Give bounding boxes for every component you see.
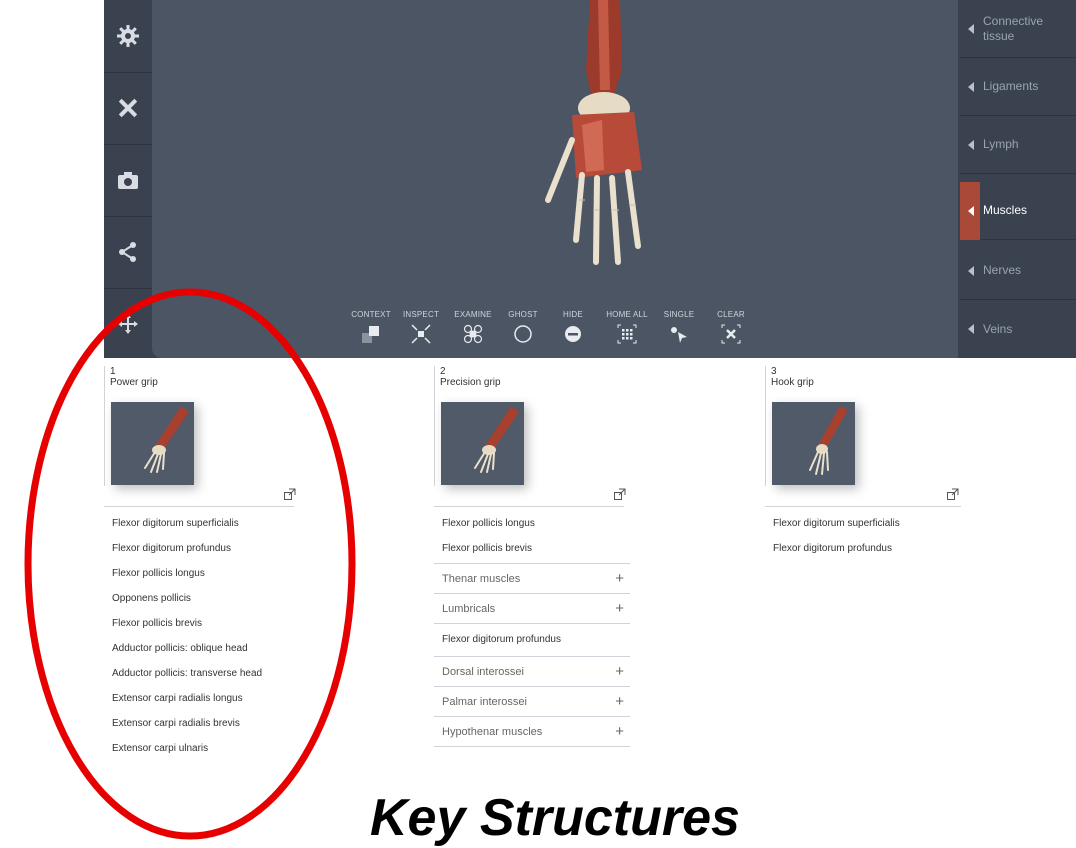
ghost-label: GHOST xyxy=(508,310,538,319)
tab-label: Ligaments xyxy=(983,79,1039,93)
tab-label: Lymph xyxy=(983,137,1019,151)
grip-title: Hook grip xyxy=(771,377,814,388)
expand-plus-icon[interactable]: + xyxy=(615,723,624,740)
inspect-icon xyxy=(411,324,431,344)
grip-title: Precision grip xyxy=(440,377,501,388)
home-all-icon xyxy=(617,324,637,344)
home-all-label: HOME ALL xyxy=(606,310,648,319)
ghost-icon xyxy=(514,325,532,343)
caret-left-icon xyxy=(968,324,974,334)
share-button[interactable] xyxy=(104,216,152,289)
clear-icon xyxy=(721,324,741,344)
ghost-button[interactable]: GHOST xyxy=(496,310,550,345)
muscle-group-row[interactable]: Palmar interossei + xyxy=(434,687,630,717)
muscle-group-row[interactable]: Thenar muscles + xyxy=(434,564,630,594)
grip-column-hook: 3 Hook grip Flexor digitorum superficial… xyxy=(765,366,995,554)
slide-title: Key Structures xyxy=(370,789,740,847)
arm-thumbnail-image xyxy=(474,406,519,473)
muscle-group-row[interactable]: Lumbricals + xyxy=(434,594,630,624)
tab-ligaments[interactable]: Ligaments xyxy=(960,58,1076,116)
pencil-ruler-icon xyxy=(118,98,138,118)
muscle-item[interactable]: Flexor digitorum superficialis xyxy=(773,518,900,529)
muscle-group-row[interactable]: Dorsal interossei + xyxy=(434,657,630,687)
group-label: Dorsal interossei xyxy=(442,665,524,678)
grip-thumbnail[interactable] xyxy=(441,402,524,485)
caret-left-icon xyxy=(968,139,974,150)
layer-tabs: Connective tissue Ligaments Lymph Muscle… xyxy=(960,0,1076,358)
muscle-item[interactable]: Flexor pollicis longus xyxy=(442,518,535,529)
inspect-button[interactable]: INSPECT xyxy=(394,310,448,345)
hide-icon xyxy=(565,326,581,342)
grip-card[interactable]: 2 Precision grip xyxy=(434,366,664,486)
tab-lymph[interactable]: Lymph xyxy=(960,116,1076,174)
caret-left-icon xyxy=(968,205,974,216)
arm-thumbnail-image xyxy=(809,406,848,475)
camera-icon xyxy=(118,172,138,189)
screenshot-button[interactable] xyxy=(104,144,152,217)
settings-button[interactable] xyxy=(104,0,152,73)
examine-button[interactable]: EXAMINE xyxy=(446,310,500,345)
single-button[interactable]: SINGLE xyxy=(652,310,706,345)
grip-card[interactable]: 3 Hook grip xyxy=(765,366,995,486)
tab-label: Muscles xyxy=(983,203,1028,217)
single-label: SINGLE xyxy=(663,310,695,319)
tab-veins[interactable]: Veins xyxy=(960,300,1076,358)
muscle-item[interactable]: Flexor digitorum profundus xyxy=(773,543,892,554)
expand-plus-icon[interactable]: + xyxy=(615,600,624,617)
muscle-group-row[interactable]: Hypothenar muscles + xyxy=(434,717,630,747)
examine-icon xyxy=(463,324,483,344)
tab-muscles[interactable]: Muscles xyxy=(960,182,1076,240)
expand-plus-icon[interactable]: + xyxy=(615,663,624,680)
group-label: Thenar muscles xyxy=(442,572,521,585)
tab-label: Connective tissue xyxy=(983,13,1044,43)
muscle-item[interactable]: Flexor digitorum profundus xyxy=(442,634,561,645)
grip-column-precision: 2 Precision grip Flexor pollicis longus … xyxy=(434,366,664,747)
divider xyxy=(765,506,961,507)
draw-tools-button[interactable] xyxy=(104,72,152,145)
expand-icon[interactable] xyxy=(614,488,626,500)
muscle-item[interactable]: Flexor pollicis brevis xyxy=(442,543,532,554)
inspect-label: INSPECT xyxy=(402,310,440,319)
grip-number: 3 xyxy=(771,366,777,377)
caret-left-icon xyxy=(968,265,974,276)
hide-label: HIDE xyxy=(563,310,583,319)
highlight-ellipse xyxy=(24,288,356,840)
tab-connective-tissue[interactable]: Connective tissue xyxy=(960,0,1076,58)
tab-nerves[interactable]: Nerves xyxy=(960,242,1076,300)
home-all-button[interactable]: HOME ALL xyxy=(600,310,654,345)
expand-icon[interactable] xyxy=(947,488,959,500)
expand-plus-icon[interactable]: + xyxy=(615,570,624,587)
caret-left-icon xyxy=(968,23,974,34)
gear-icon xyxy=(117,25,139,47)
group-label: Hypothenar muscles xyxy=(442,725,543,738)
group-label: Palmar interossei xyxy=(442,695,527,708)
caret-left-icon xyxy=(968,81,974,92)
divider xyxy=(434,506,624,507)
hide-button[interactable]: HIDE xyxy=(546,310,600,345)
share-icon xyxy=(119,242,136,262)
clear-button[interactable]: CLEAR xyxy=(704,310,758,345)
single-select-icon xyxy=(671,327,687,343)
group-label: Lumbricals xyxy=(442,602,496,615)
examine-label: EXAMINE xyxy=(454,310,492,319)
tab-label: Nerves xyxy=(983,263,1022,277)
context-icon xyxy=(362,326,379,343)
expand-plus-icon[interactable]: + xyxy=(615,693,624,710)
hand-model-image xyxy=(545,0,642,265)
grip-number: 2 xyxy=(440,366,446,377)
grip-thumbnail[interactable] xyxy=(772,402,855,485)
tab-label: Veins xyxy=(983,321,1013,336)
clear-label: CLEAR xyxy=(717,310,745,319)
